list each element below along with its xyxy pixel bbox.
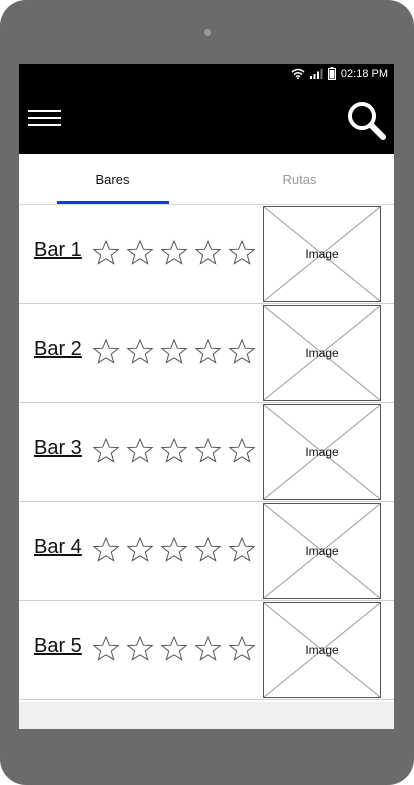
image-placeholder-icon: Image [263,602,381,698]
bar-row[interactable]: Bar 4 Image [19,502,394,601]
battery-icon [327,67,336,80]
bar-name-link[interactable]: Bar 5 [34,635,82,658]
star-outline-icon[interactable] [125,238,155,268]
device-frame: 02:18 PM Bares Rutas Bar 1 Image Bar 2 Imag… [0,0,414,785]
star-outline-icon[interactable] [159,238,189,268]
star-outline-icon[interactable] [227,634,257,664]
bar-list: Bar 1 Image Bar 2 Image Bar 3 Image Bar 4 Image… [19,205,394,700]
bar-name-link[interactable]: Bar 1 [34,239,82,262]
image-placeholder-icon: Image [263,305,381,401]
star-outline-icon[interactable] [227,436,257,466]
star-outline-icon[interactable] [193,238,223,268]
star-rating [91,337,257,367]
bar-row[interactable]: Bar 5 Image [19,601,394,700]
bar-name-link[interactable]: Bar 4 [34,536,82,559]
star-outline-icon[interactable] [159,634,189,664]
star-rating [91,238,257,268]
bar-row[interactable]: Bar 2 Image [19,304,394,403]
star-outline-icon[interactable] [91,337,121,367]
bottom-strip [19,702,394,729]
star-outline-icon[interactable] [125,337,155,367]
star-outline-icon[interactable] [91,634,121,664]
tab-bar: Bares Rutas [19,154,394,205]
star-outline-icon[interactable] [125,535,155,565]
image-placeholder-label: Image [305,346,339,360]
bar-name-link[interactable]: Bar 3 [34,437,82,460]
bar-row[interactable]: Bar 3 Image [19,403,394,502]
tab-bares[interactable]: Bares [19,154,206,204]
tab-rutas[interactable]: Rutas [206,154,393,204]
status-icons: 02:18 PM [291,67,388,80]
image-placeholder-icon: Image [263,206,381,302]
camera-dot [204,29,211,36]
active-tab-indicator [57,201,169,204]
star-outline-icon[interactable] [227,337,257,367]
image-placeholder-label: Image [305,445,339,459]
search-icon[interactable] [346,100,386,140]
star-rating [91,535,257,565]
image-placeholder-label: Image [305,643,339,657]
star-outline-icon[interactable] [159,337,189,367]
star-outline-icon[interactable] [125,634,155,664]
star-rating [91,634,257,664]
image-placeholder-icon: Image [263,404,381,500]
star-outline-icon[interactable] [159,436,189,466]
star-rating [91,436,257,466]
star-outline-icon[interactable] [193,337,223,367]
image-placeholder-icon: Image [263,503,381,599]
star-outline-icon[interactable] [193,535,223,565]
star-outline-icon[interactable] [91,436,121,466]
signal-icon [309,69,323,79]
bar-name-link[interactable]: Bar 2 [34,338,82,361]
app-screen: 02:18 PM Bares Rutas Bar 1 Image Bar 2 Imag… [19,64,394,729]
star-outline-icon[interactable] [193,436,223,466]
star-outline-icon[interactable] [227,238,257,268]
star-outline-icon[interactable] [159,535,189,565]
bar-row[interactable]: Bar 1 Image [19,205,394,304]
image-placeholder-label: Image [305,247,339,261]
star-outline-icon[interactable] [125,436,155,466]
star-outline-icon[interactable] [193,634,223,664]
star-outline-icon[interactable] [91,238,121,268]
app-bar [19,84,394,154]
status-bar: 02:18 PM [19,64,394,84]
image-placeholder-label: Image [305,544,339,558]
wifi-icon [291,68,305,79]
status-time: 02:18 PM [340,67,388,80]
star-outline-icon[interactable] [91,535,121,565]
menu-icon[interactable] [28,110,61,130]
star-outline-icon[interactable] [227,535,257,565]
